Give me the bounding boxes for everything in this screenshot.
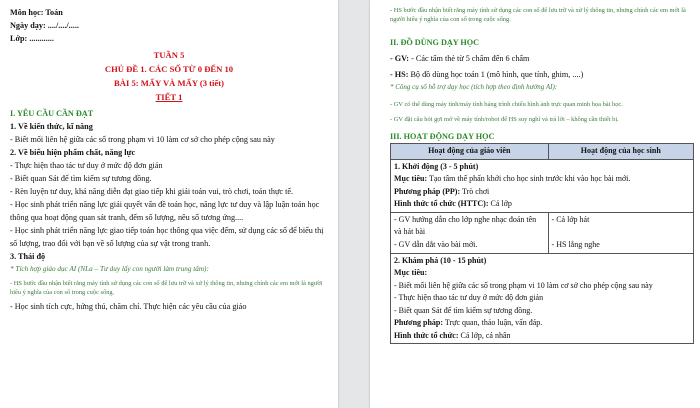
topic-heading: CHỦ ĐỀ 1. CÁC SỐ TỪ 0 ĐẾN 10 <box>104 64 234 74</box>
section-heading-requirements: I. YÊU CẦU CẦN ĐẠT <box>10 109 94 118</box>
goal-label: Mục tiêu: <box>394 174 428 183</box>
method-label: Phương pháp (PP): <box>394 186 461 196</box>
goal-item: - Biết quan Sát để tìm kiếm sự tương đồn… <box>394 305 533 315</box>
paragraph: - Học sinh tích cực, hứng thú, chăm chỉ.… <box>10 302 247 311</box>
paragraph: - Rèn luyện tư duy, khả năng diễn đạt gi… <box>10 187 294 196</box>
paragraph: - Biết quan Sát để tìm kiếm sự tương đồn… <box>10 174 152 183</box>
stage-title: 2. Khám phá (10 - 15 phút) <box>394 255 487 265</box>
subheading-competence: 2. Về biểu hiện phẩm chất, năng lực <box>10 148 136 157</box>
period-heading: TIẾT 1 <box>155 92 183 102</box>
subheading-attitude: 3. Thái độ <box>10 252 46 261</box>
left-page: Môn học: Toán Ngày dạy: ..../..../..... … <box>0 0 338 408</box>
hs-text: Bộ đồ dùng học toán 1 (mô hình, que tính… <box>408 70 584 79</box>
goal-item: - Thực hiện thao tác tư duy ở mức độ đơn… <box>394 293 544 302</box>
digital-tool-item: - GV đặt câu hỏi gợi mở về máy tính/robo… <box>390 116 619 123</box>
right-page: - HS bước đầu nhận biết rằng máy tính sử… <box>370 0 700 408</box>
paragraph: - Thực hiện thao tác tư duy ở mức độ đơn… <box>10 161 163 170</box>
stage-explore: 2. Khám phá (10 - 15 phút) Mục tiêu: - B… <box>390 252 694 344</box>
column-header-student: Hoạt động của học sinh <box>547 143 695 160</box>
goal-item: - Biết mối liên hệ giữa các số trong phạ… <box>394 280 653 290</box>
lesson-heading: BÀI 5: MẤY VÀ MẤY (3 tiết) <box>114 78 224 88</box>
teacher-activity: - GV hướng dẫn cho lớp nghe nhạc đoán tê… <box>390 211 549 254</box>
date-line: Ngày dạy: ..../..../..... <box>10 21 79 30</box>
table-row: 1. Khởi động (3 - 5 phút) Mục tiêu: Tạo … <box>390 158 694 213</box>
organization-text: Cá lớp, cá nhân <box>458 330 511 340</box>
ai-integration-note: * Tích hợp giáo dục AI (NLa – Tư duy lấy… <box>10 265 209 273</box>
paragraph: - Học sinh phát triển năng lực giải quyế… <box>10 200 320 222</box>
gv-label: - GV: <box>390 54 410 63</box>
table-row: 2. Khám phá (10 - 15 phút) Mục tiêu: - B… <box>390 252 694 344</box>
student-activity: - Cả lớp hát - HS lắng nghe <box>547 211 695 254</box>
digital-tool-item: - GV có thể dùng máy tính/máy tính bảng … <box>390 101 623 108</box>
method-label: Phương pháp: <box>394 318 444 327</box>
ai-integration-paragraph: - HS bước đầu nhận biết rằng máy tính sử… <box>390 7 686 23</box>
goal-text: Tạo tâm thế phấn khởi cho học sinh trước… <box>427 174 631 183</box>
hs-label: - HS: <box>390 70 409 79</box>
paragraph: - Học sinh phát triển năng lực giao tiếp… <box>10 226 324 248</box>
organization-text: Cá lớp <box>488 199 512 208</box>
subject-line: Môn học: Toán <box>10 8 63 17</box>
paragraph: - Biết mối liên hệ giữa các số trong phạ… <box>10 135 275 144</box>
table-header-row: Hoạt động của giáo viên Hoạt động của họ… <box>390 143 695 160</box>
organization-label: Hình thức tổ chức: <box>394 330 459 340</box>
section-heading-activities: III. HOẠT ĐỘNG DẠY HỌC <box>390 132 495 141</box>
method-text: Trò chơi <box>460 186 490 196</box>
gv-text: - Các tấm thẻ từ 5 chấm đến 6 chấm <box>409 54 530 63</box>
subheading-knowledge: 1. Về kiến thức, kĩ năng <box>10 122 93 131</box>
goal-label: Mục tiêu: <box>394 268 428 277</box>
class-line: Lớp: ............ <box>10 34 54 43</box>
ai-integration-paragraph: - HS bước đầu nhận biết rằng máy tính sử… <box>10 280 323 296</box>
digital-tools-note: * Công cụ số hỗ trợ dạy học (tích hợp th… <box>390 83 558 91</box>
method-text: Trực quan, thảo luận, vấn đáp. <box>443 318 543 327</box>
activities-table: Hoạt động của giáo viên Hoạt động của họ… <box>390 143 695 344</box>
column-header-teacher: Hoạt động của giáo viên <box>390 143 549 160</box>
week-heading: TUẦN 5 <box>153 50 185 60</box>
teacher-materials: - GV: - Các tấm thẻ từ 5 chấm đến 6 chấm <box>390 52 694 65</box>
table-row: - GV hướng dẫn cho lớp nghe nhạc đoán tê… <box>390 211 695 254</box>
student-materials: - HS: Bộ đồ dùng học toán 1 (mô hình, qu… <box>390 68 694 81</box>
organization-label: Hình thức tổ chức (HTTC): <box>394 199 489 208</box>
section-heading-materials: II. ĐỒ DÙNG DẠY HỌC <box>390 38 480 47</box>
stage-warmup: 1. Khởi động (3 - 5 phút) Mục tiêu: Tạo … <box>390 158 694 213</box>
stage-title: 1. Khởi động (3 - 5 phút) <box>394 161 479 171</box>
